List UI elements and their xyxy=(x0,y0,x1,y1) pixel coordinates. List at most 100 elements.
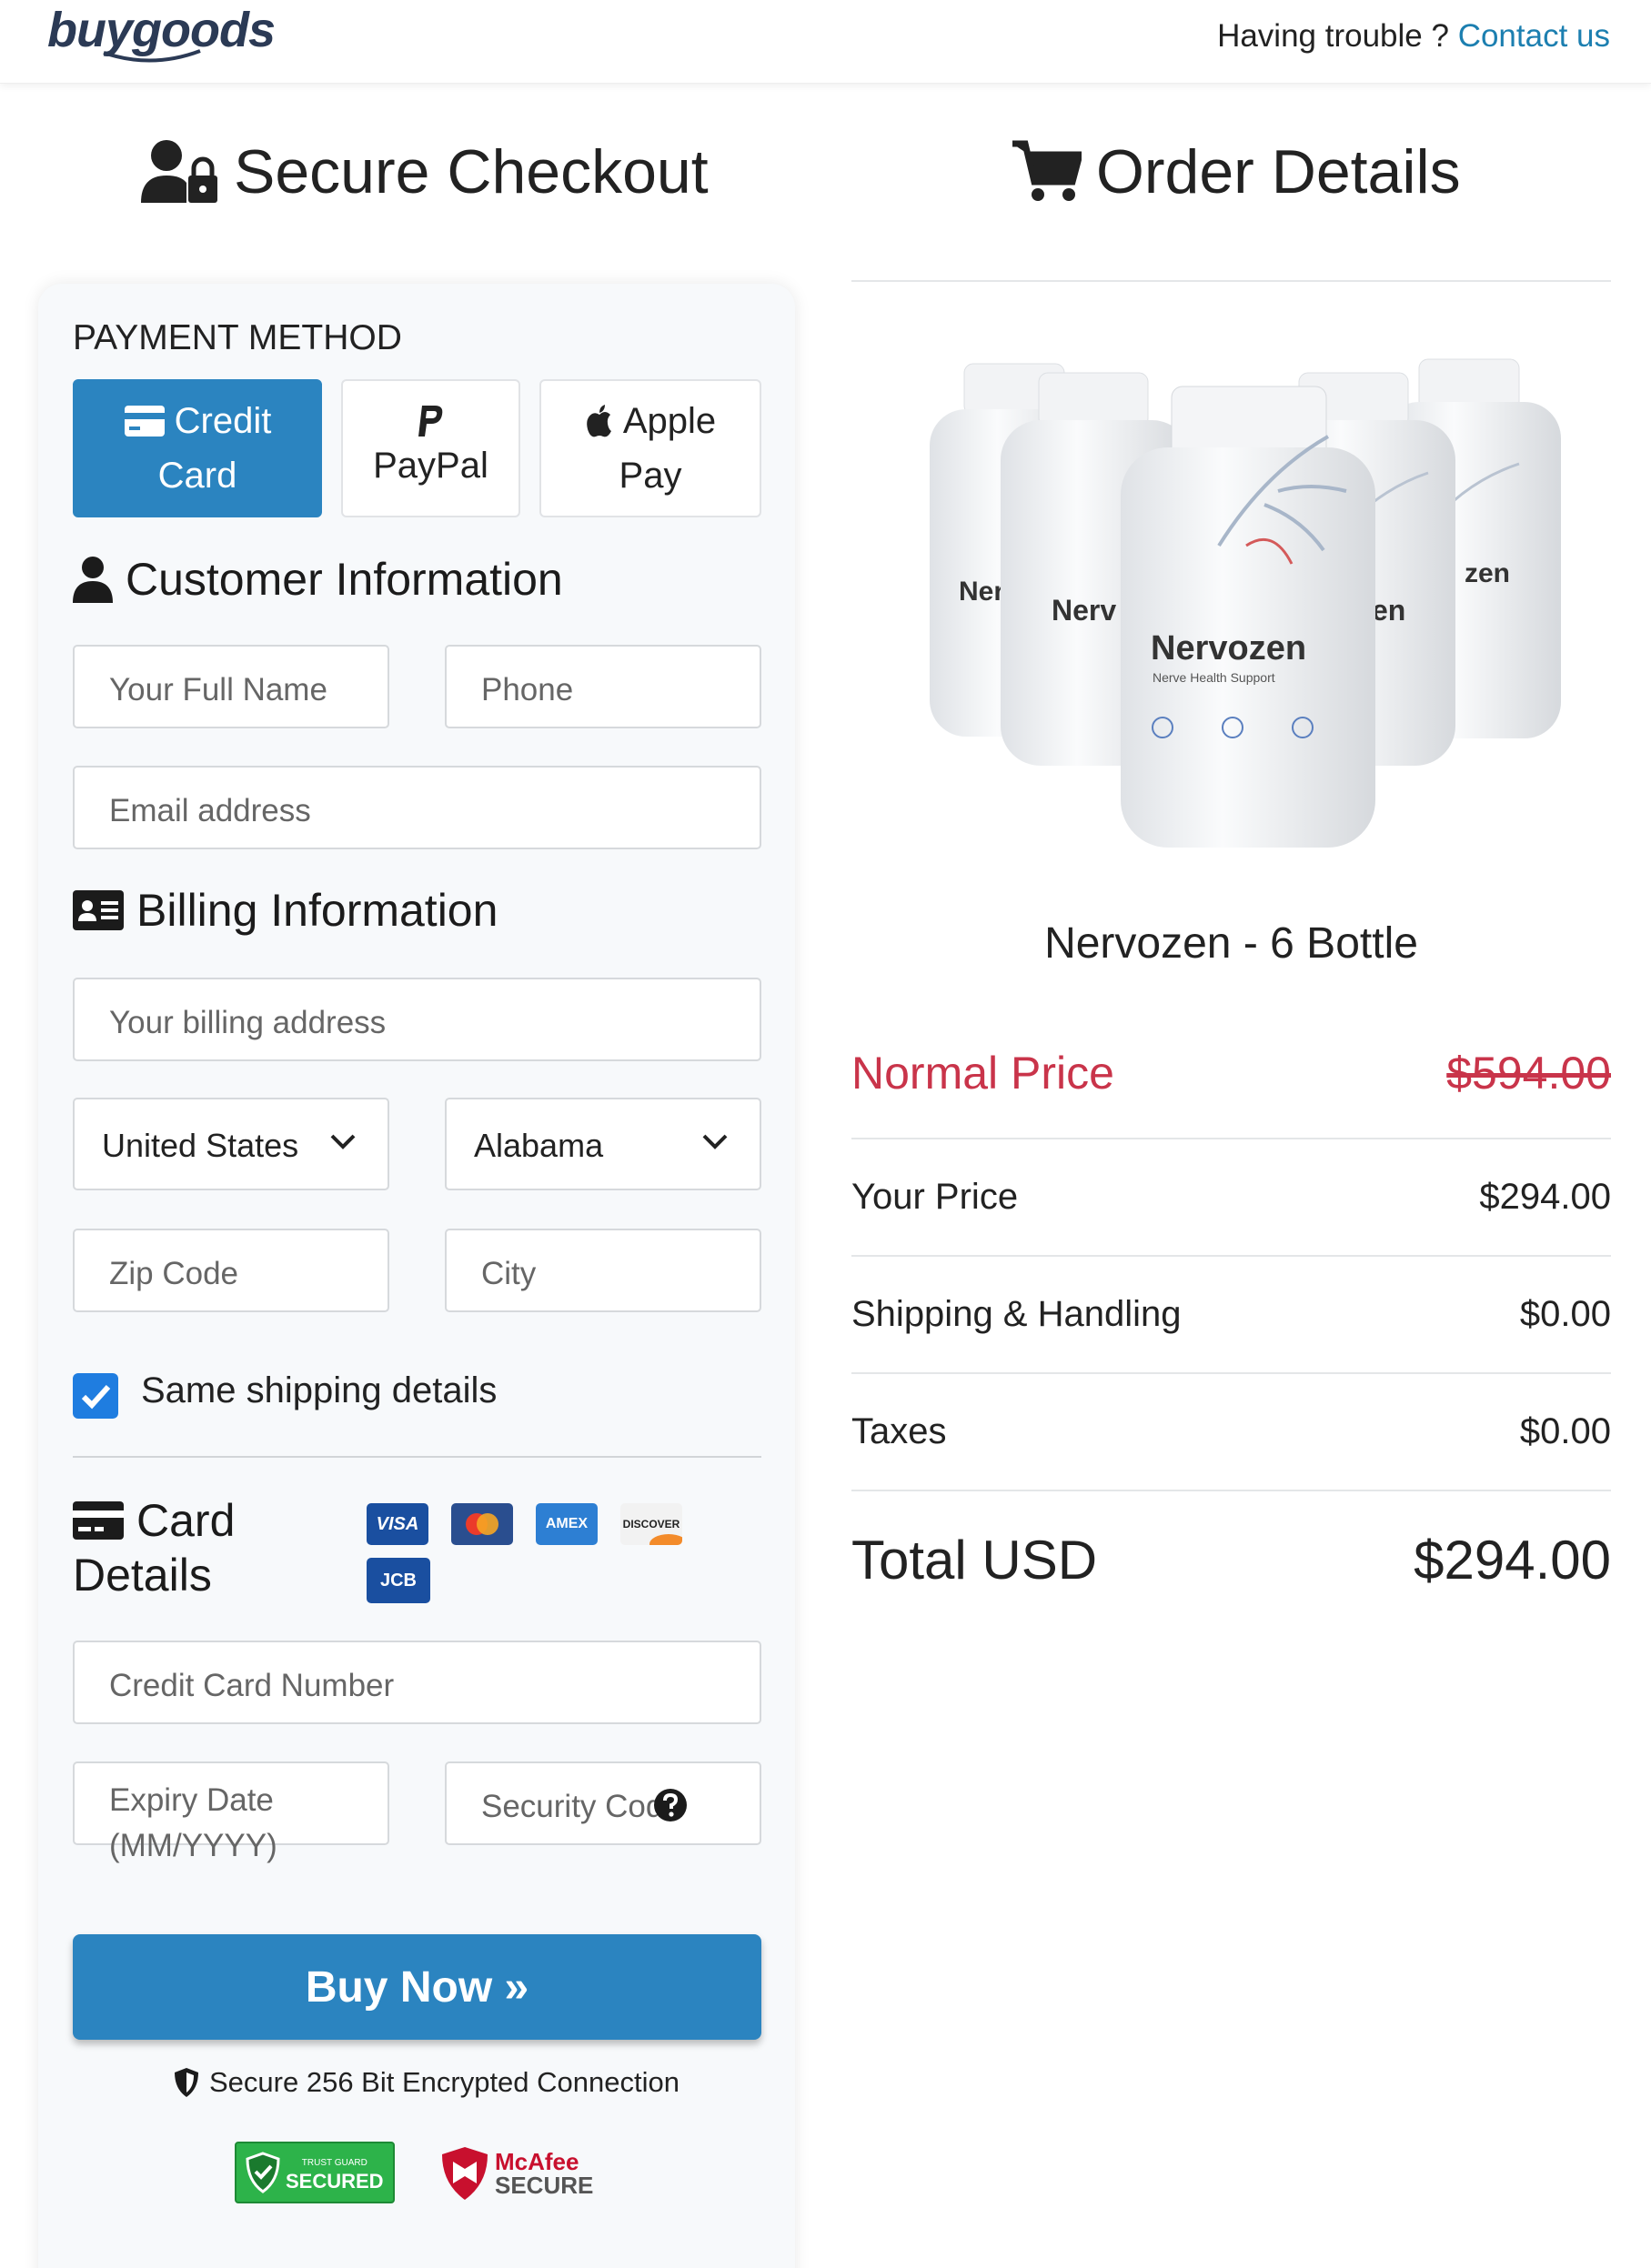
mastercard-circles xyxy=(466,1513,498,1535)
discover-label: DISCOVER xyxy=(622,1518,680,1530)
checkout-page: buygoods Having trouble ? Contact us Sec… xyxy=(0,0,1651,2268)
price-divider xyxy=(851,1138,1611,1139)
credit-card-icon xyxy=(124,406,165,437)
shopping-cart-icon xyxy=(1012,140,1082,201)
trustguard-main-text: SECURED xyxy=(286,2170,384,2193)
help-label: Having trouble ? xyxy=(1217,18,1449,54)
billing-info-heading: Billing Information xyxy=(73,884,498,937)
your-price-row: Your Price $294.00 xyxy=(851,1173,1611,1220)
secure-connection-text: Secure 256 Bit Encrypted Connection xyxy=(209,2066,680,2098)
zip-code-placeholder: Zip Code xyxy=(109,1256,239,1291)
payment-option-label: Card xyxy=(157,456,237,496)
user-lock-icon xyxy=(141,140,217,203)
expiry-placeholder-line1: Expiry Date xyxy=(109,1782,274,1818)
security-code-placeholder: Security Code xyxy=(481,1789,681,1824)
mcafee-secure-text: SECURE xyxy=(495,2172,594,2199)
payment-option-paypal[interactable]: PayPal xyxy=(341,379,520,517)
shipping-label: Shipping & Handling xyxy=(851,1293,1182,1334)
jcb-label: JCB xyxy=(379,1570,417,1591)
total-label: Total USD xyxy=(851,1529,1098,1591)
chevron-down-icon xyxy=(330,1134,356,1149)
full-name-input[interactable]: Your Full Name xyxy=(73,645,389,728)
secure-connection-note: Secure 256 Bit Encrypted Connection xyxy=(173,2066,680,2099)
mastercard-icon xyxy=(451,1503,513,1545)
amex-label: AMEX xyxy=(545,1516,589,1531)
checkmark-icon xyxy=(81,1384,111,1410)
address-card-icon xyxy=(73,890,124,930)
bottle-sublabel: Nerve Health Support xyxy=(1153,670,1275,685)
bottle-label-2: Nerv xyxy=(1052,594,1116,627)
billing-info-heading-text: Billing Information xyxy=(136,885,498,936)
phone-placeholder: Phone xyxy=(481,672,574,707)
price-divider xyxy=(851,1255,1611,1257)
zip-code-input[interactable]: Zip Code xyxy=(73,1229,389,1312)
card-number-input[interactable]: Credit Card Number xyxy=(73,1641,761,1724)
order-top-divider xyxy=(851,280,1611,282)
total-value: $294.00 xyxy=(1414,1529,1611,1591)
payment-option-apple-pay[interactable]: Apple Pay xyxy=(539,379,761,517)
email-placeholder: Email address xyxy=(109,793,311,828)
country-value: United States xyxy=(102,1127,299,1164)
state-value: Alabama xyxy=(474,1127,604,1164)
trustguard-shield-icon xyxy=(246,2152,280,2193)
bottle-label-3: Nervozen xyxy=(1151,629,1306,667)
mcafee-text: McAfee xyxy=(495,2148,579,2175)
taxes-label: Taxes xyxy=(851,1410,947,1451)
order-details-title-text: Order Details xyxy=(1096,137,1461,206)
card-details-heading: Card Details xyxy=(73,1493,235,1602)
paypal-icon xyxy=(418,406,442,437)
phone-input[interactable]: Phone xyxy=(445,645,761,728)
buy-now-label: Buy Now » xyxy=(305,1962,529,2012)
contact-us-link[interactable]: Contact us xyxy=(1458,18,1610,54)
same-shipping-checkbox[interactable] xyxy=(73,1373,118,1419)
shipping-row: Shipping & Handling $0.00 xyxy=(851,1290,1611,1338)
country-select[interactable]: United States xyxy=(73,1098,389,1190)
payment-option-credit-card[interactable]: Credit Card xyxy=(73,379,322,517)
billing-address-placeholder: Your billing address xyxy=(109,1005,387,1040)
question-circle-icon[interactable] xyxy=(653,1788,688,1822)
credit-card-icon xyxy=(73,1501,124,1540)
trustguard-secured-badge: TRUST GUARD SECURED xyxy=(235,2142,395,2203)
full-name-placeholder: Your Full Name xyxy=(109,672,327,707)
chevron-down-icon xyxy=(702,1134,728,1149)
discover-swoosh xyxy=(649,1534,682,1545)
user-icon xyxy=(73,557,113,603)
normal-price-value: $594.00 xyxy=(1446,1048,1611,1099)
billing-address-input[interactable]: Your billing address xyxy=(73,978,761,1061)
card-number-placeholder: Credit Card Number xyxy=(109,1668,395,1703)
payment-option-label: Apple xyxy=(622,401,717,441)
product-bottles-image: Nerv zen Nerv zen Nervozen Nerve Health … xyxy=(930,358,1561,848)
taxes-row: Taxes $0.00 xyxy=(851,1408,1611,1455)
total-row: Total USD $294.00 xyxy=(851,1525,1611,1594)
apple-icon xyxy=(587,405,611,437)
visa-label: VISA xyxy=(376,1513,419,1534)
state-select[interactable]: Alabama xyxy=(445,1098,761,1190)
payment-option-label: Credit xyxy=(174,401,272,441)
your-price-value: $294.00 xyxy=(1479,1176,1611,1217)
payment-option-label: PayPal xyxy=(373,446,488,486)
shield-icon xyxy=(175,2068,198,2097)
help-text: Having trouble ? Contact us xyxy=(1217,18,1610,55)
taxes-value: $0.00 xyxy=(1519,1410,1611,1451)
city-placeholder: City xyxy=(481,1256,537,1291)
expiry-date-input[interactable]: Expiry Date (MM/YYYY) xyxy=(73,1761,389,1863)
section-divider xyxy=(73,1456,761,1458)
price-divider xyxy=(851,1490,1611,1491)
card-details-heading-line1: Card xyxy=(136,1495,236,1546)
mcafee-secure-badge: McAfee SECURE xyxy=(440,2142,595,2205)
product-name: Nervozen - 6 Bottle xyxy=(1044,919,1418,968)
shipping-value: $0.00 xyxy=(1519,1293,1611,1334)
normal-price-row: Normal Price $594.00 xyxy=(851,1043,1611,1103)
order-details-title: Order Details xyxy=(1012,136,1461,207)
buy-now-button[interactable]: Buy Now » xyxy=(73,1934,761,2040)
buygoods-logo[interactable]: buygoods xyxy=(47,2,276,63)
visa-icon: VISA xyxy=(367,1503,428,1545)
expiry-placeholder-line2: (MM/YYYY) xyxy=(109,1828,277,1863)
customer-info-heading: Customer Information xyxy=(73,553,563,606)
security-code-input[interactable]: Security Code xyxy=(445,1761,761,1845)
city-input[interactable]: City xyxy=(445,1229,761,1312)
email-input[interactable]: Email address xyxy=(73,766,761,849)
payment-option-label: Pay xyxy=(619,456,682,496)
same-shipping-label[interactable]: Same shipping details xyxy=(141,1370,497,1411)
secure-checkout-title-text: Secure Checkout xyxy=(234,137,709,206)
